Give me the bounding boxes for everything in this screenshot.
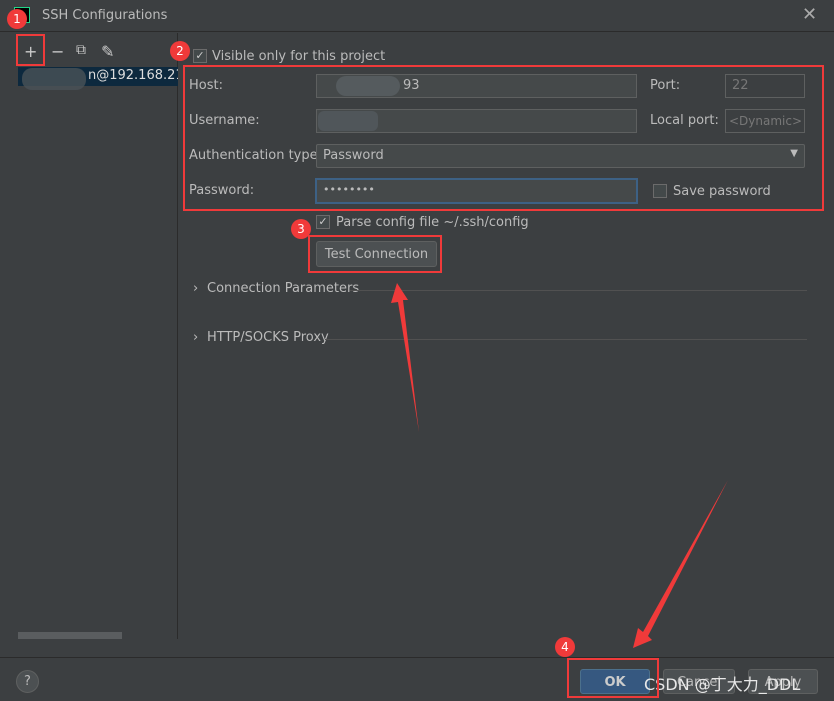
arrow-icon	[633, 480, 728, 648]
arrow-icon	[391, 283, 419, 432]
arrow-overlay	[391, 283, 728, 648]
